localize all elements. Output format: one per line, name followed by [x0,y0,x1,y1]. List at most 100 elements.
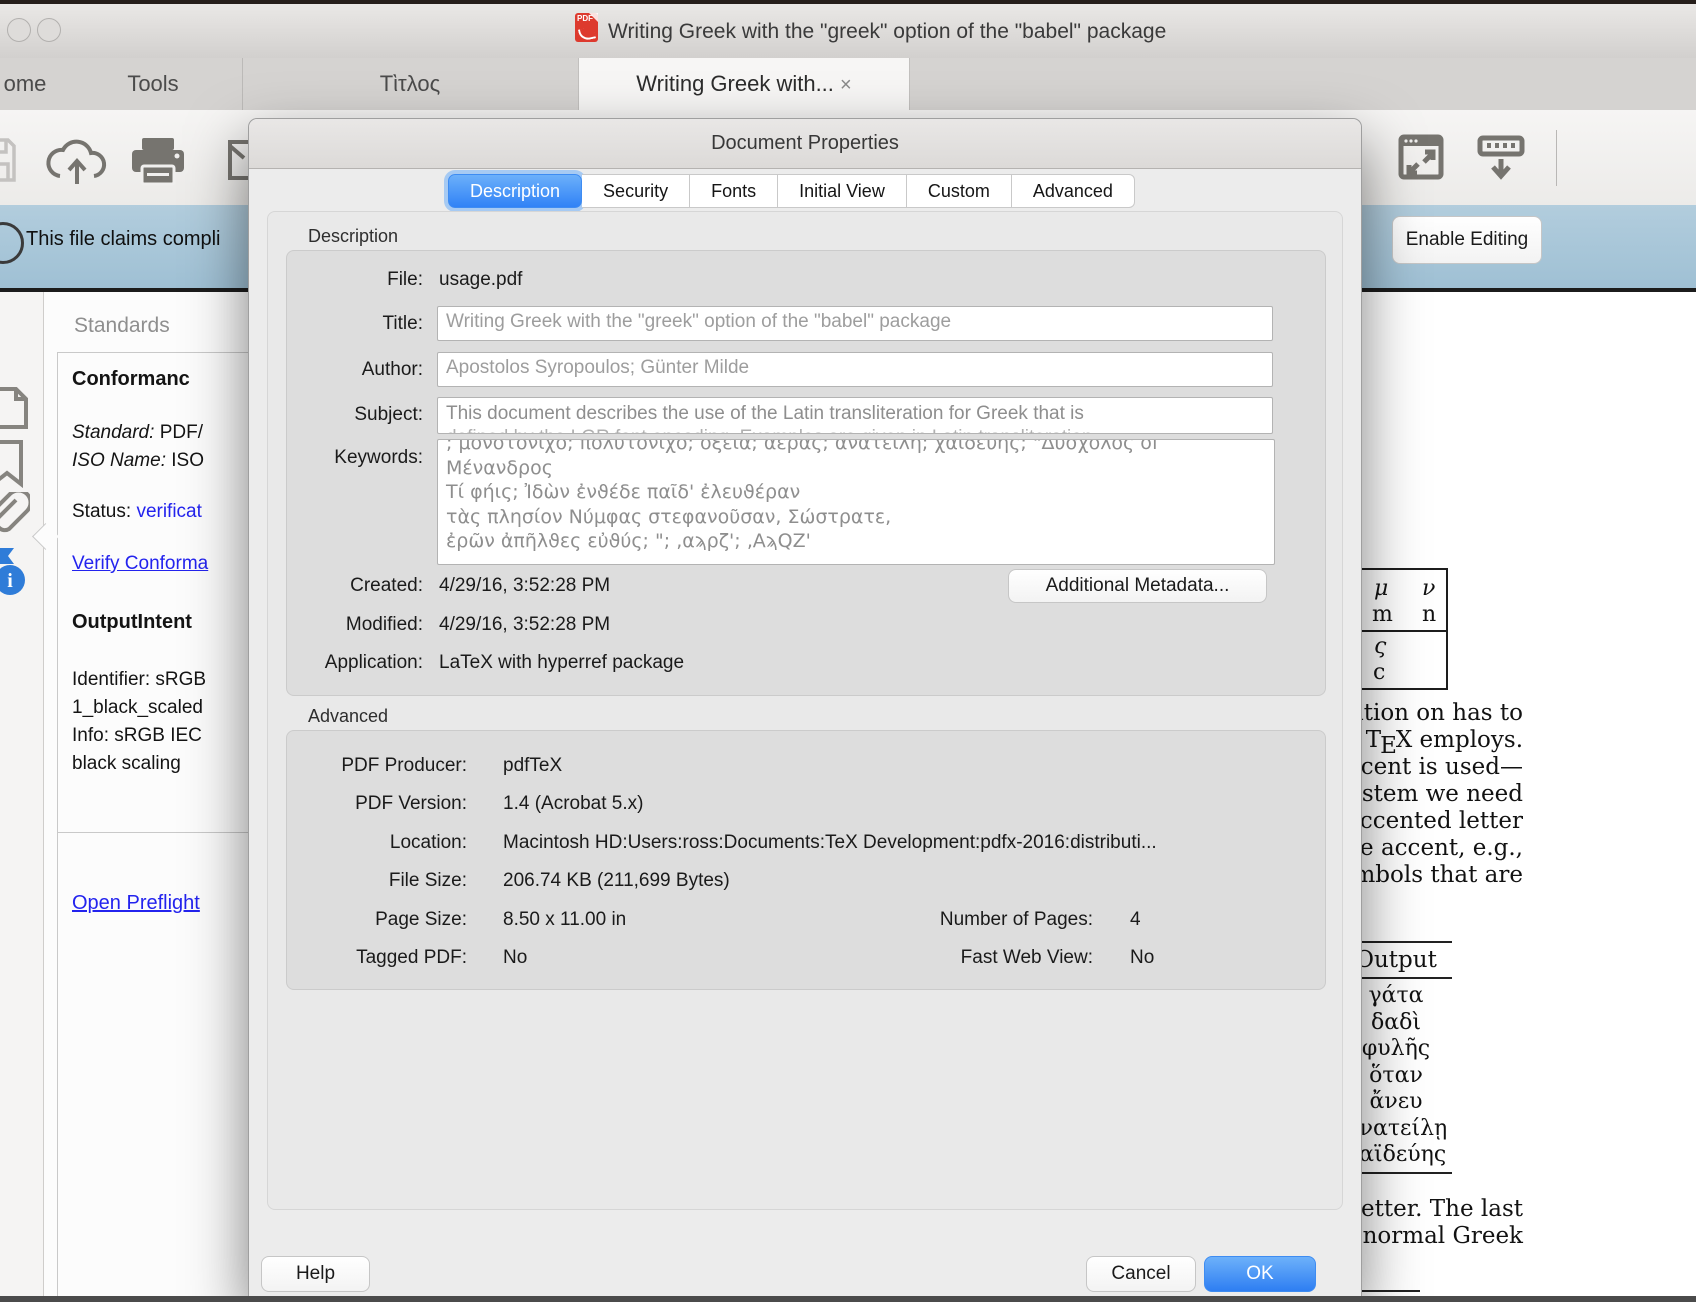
save-icon[interactable] [0,134,18,186]
cloud-upload-icon[interactable] [44,132,110,188]
verify-conformance-link[interactable]: Verify Conforma [72,553,208,575]
file-label: File: [287,269,423,291]
standard-line: Standard: PDF/ [72,422,203,444]
standards-panel-icon[interactable]: i [0,546,30,598]
fast-web-view-value: No [1130,947,1154,969]
subject-input[interactable]: This document describes the use of the L… [437,397,1273,434]
tab-close-icon[interactable]: × [840,74,852,96]
conformance-heading: Conformanc [72,368,190,391]
application-value: LaTeX with hyperref package [439,652,684,674]
additional-metadata-button[interactable]: Additional Metadata... [1008,569,1267,603]
created-value: 4/29/16, 3:52:28 PM [439,575,610,597]
print-icon[interactable] [130,136,186,186]
tab-custom[interactable]: Custom [907,174,1012,208]
modified-value: 4/29/16, 3:52:28 PM [439,614,610,636]
iso-value: ISO [171,450,204,471]
table-cell: ς [1374,634,1386,659]
table-cell: n [1422,602,1436,627]
standards-panel: Standards Conformanc Standard: PDF/ ISO … [44,292,248,1302]
standards-panel-title: Standards [74,314,170,338]
keywords-line: Μένανδρος [446,456,1266,481]
tab-document-active[interactable]: Writing Greek with... × [578,58,910,110]
keywords-line: ἐρῶν ἀπῆλϑες εὐϑύς; "; ‚αϡρζ'; ‚ΑϡQZ' [446,529,1266,554]
pdf-text-line: the accent, e.g., [1336,835,1523,861]
identifier-line2: 1_black_scaled [72,697,203,719]
compliance-message: This file claims compli [26,228,220,251]
title-input[interactable]: Writing Greek with the "greek" option of… [437,306,1273,341]
dialog-tabs: Description Security Fonts Initial View … [448,174,1135,208]
page-size-value: 8.50 x 11.00 in [503,909,626,931]
tab-tools[interactable]: Tools [108,58,198,110]
window-title: Writing Greek with the "greek" option of… [608,20,1166,44]
tab-description[interactable]: Description [448,174,582,208]
description-group: File: usage.pdf Title: Writing Greek wit… [286,250,1326,696]
dialog-title: Document Properties [249,119,1361,169]
iso-line: ISO Name: ISO [72,450,204,472]
ok-button[interactable]: OK [1204,1256,1316,1292]
traffic-light-close[interactable] [7,18,31,42]
file-size-label: File Size: [287,870,467,892]
pdf-producer-label: PDF Producer: [287,755,467,777]
pdf-producer-value: pdfTeX [503,755,562,777]
keywords-line: τὰς πλησίον Νύμφας στεφανοῦσαν, Σώστρατε… [446,505,1266,530]
keywords-label: Keywords: [287,447,423,469]
document-properties-dialog: Document Properties Description Security… [248,118,1362,1297]
tab-home[interactable]: ome [0,58,70,110]
cancel-button[interactable]: Cancel [1086,1256,1196,1292]
standard-label: Standard: [72,422,154,443]
pdf-text-line: letter. The last [1354,1196,1523,1222]
attachment-paperclip-icon[interactable] [0,492,30,538]
tab-document-greek[interactable]: Τὶτλος [300,58,520,110]
panel-border-left [57,352,58,1302]
page-size-label: Page Size: [287,909,467,931]
standard-value: PDF/ [160,422,203,443]
identifier-line3: Info: sRGB IEC [72,725,202,747]
location-value: Macintosh HD:Users:ross:Documents:TeX De… [503,832,1157,854]
open-preflight-link[interactable]: Open Preflight [72,892,200,915]
toolbar-collapse-icon[interactable] [1477,135,1525,181]
tab-security[interactable]: Security [582,174,690,208]
description-section-label: Description [308,226,398,247]
help-button[interactable]: Help [261,1256,370,1292]
subject-label: Subject: [287,404,423,426]
panel-divider [57,832,248,833]
svg-text:i: i [7,570,13,592]
author-input[interactable]: Apostolos Syropoulos; Günter Milde [437,352,1273,387]
advanced-group: PDF Producer: pdfTeX PDF Version: 1.4 (A… [286,730,1326,990]
tab-advanced[interactable]: Advanced [1012,174,1135,208]
advanced-section-label: Advanced [308,706,388,727]
window-bottom-edge [0,1296,1696,1302]
tab-initial-view[interactable]: Initial View [778,174,907,208]
table-cell: μ [1374,576,1388,601]
stamp-tool-icon[interactable] [0,385,30,431]
bookmark-icon[interactable] [0,438,28,488]
table-cell: m [1372,602,1393,627]
pdf-text-line-tex: at TEX employs. [1335,727,1523,753]
table-cell: c [1373,660,1385,685]
tab-fonts[interactable]: Fonts [690,174,778,208]
keywords-line: ; μονοτονιχο; πολυτονιχο; οξεια; αερας; … [446,439,1266,456]
expand-window-icon[interactable] [1398,131,1444,181]
tagged-pdf-value: No [503,947,527,969]
modified-label: Modified: [287,614,423,636]
app-window: PDF Writing Greek with the "greek" optio… [0,0,1696,1302]
enable-editing-button[interactable]: Enable Editing [1392,216,1542,264]
pdf-letters-table: μ ν m n ς c [1352,568,1448,690]
location-label: Location: [287,832,467,854]
subject-line2-clipped: defined by the LGR font encoding. Exampl… [446,426,1264,434]
fast-web-view-label: Fast Web View: [847,947,1093,969]
author-label: Author: [287,359,423,381]
tagged-pdf-label: Tagged PDF: [287,947,467,969]
traffic-light-minimize[interactable] [37,18,61,42]
keywords-input[interactable]: ; μονοτονιχο; πολυτονιχο; οξεια; αερας; … [437,439,1275,565]
pdf-file-icon: PDF [575,13,598,42]
application-label: Application: [287,652,423,674]
keywords-line: Τί φήις; Ἰδὼν ἐνϑέδε παῖδ' ἐλευϑέραν [446,480,1266,505]
file-size-value: 206.74 KB (211,699 Bytes) [503,870,730,892]
subject-line1: This document describes the use of the L… [446,402,1264,426]
table-cell: ν [1422,576,1435,601]
panel-border [57,352,248,353]
file-value: usage.pdf [439,269,522,291]
toolbar-separator [1556,130,1557,186]
tab-document-active-label: Writing Greek with... [636,71,834,96]
